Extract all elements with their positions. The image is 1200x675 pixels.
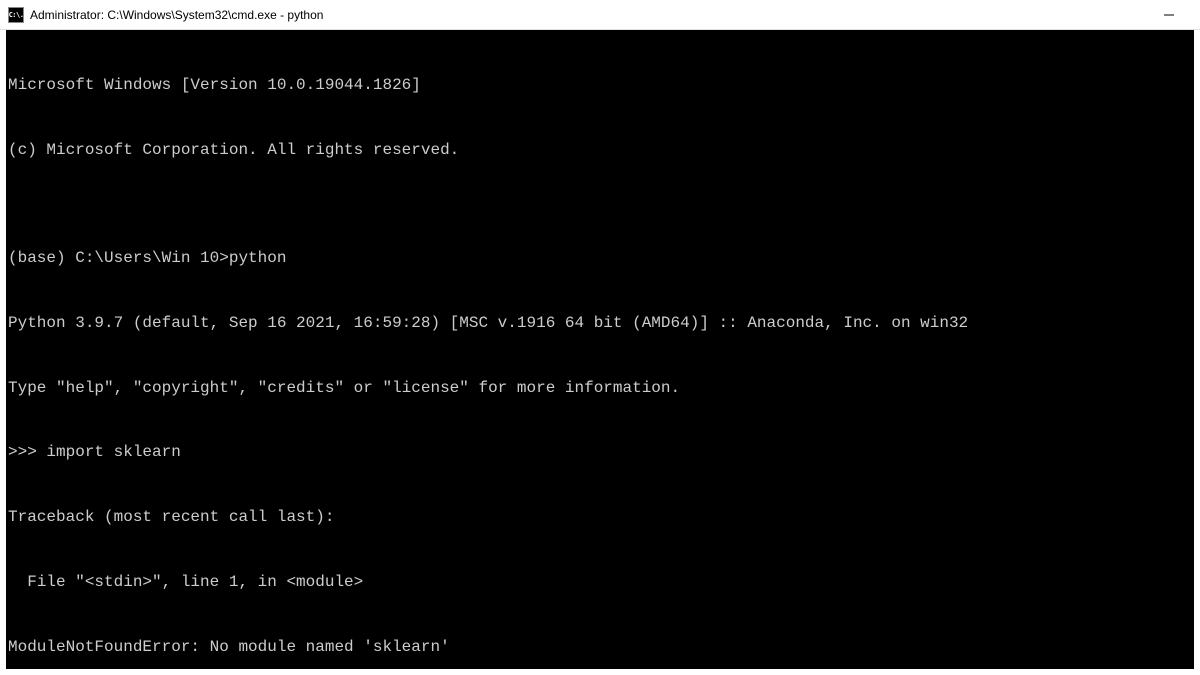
terminal-line: Traceback (most recent call last): xyxy=(8,507,1192,529)
terminal-line: Python 3.9.7 (default, Sep 16 2021, 16:5… xyxy=(8,313,1192,335)
terminal-line: Microsoft Windows [Version 10.0.19044.18… xyxy=(8,75,1192,97)
minimize-button[interactable] xyxy=(1146,0,1192,30)
terminal-line: ModuleNotFoundError: No module named 'sk… xyxy=(8,637,1192,659)
terminal-line: (c) Microsoft Corporation. All rights re… xyxy=(8,140,1192,162)
terminal-output[interactable]: Microsoft Windows [Version 10.0.19044.18… xyxy=(6,30,1194,669)
terminal-line: (base) C:\Users\Win 10>python xyxy=(8,248,1192,270)
minimize-icon xyxy=(1164,10,1174,20)
window-title: Administrator: C:\Windows\System32\cmd.e… xyxy=(30,8,1146,22)
terminal-line: >>> import sklearn xyxy=(8,442,1192,464)
titlebar[interactable]: C:\. Administrator: C:\Windows\System32\… xyxy=(0,0,1200,30)
cmd-window: C:\. Administrator: C:\Windows\System32\… xyxy=(0,0,1200,675)
terminal-line: File "<stdin>", line 1, in <module> xyxy=(8,572,1192,594)
terminal-line: Type "help", "copyright", "credits" or "… xyxy=(8,378,1192,400)
window-controls xyxy=(1146,0,1192,30)
cmd-icon: C:\. xyxy=(8,7,24,23)
